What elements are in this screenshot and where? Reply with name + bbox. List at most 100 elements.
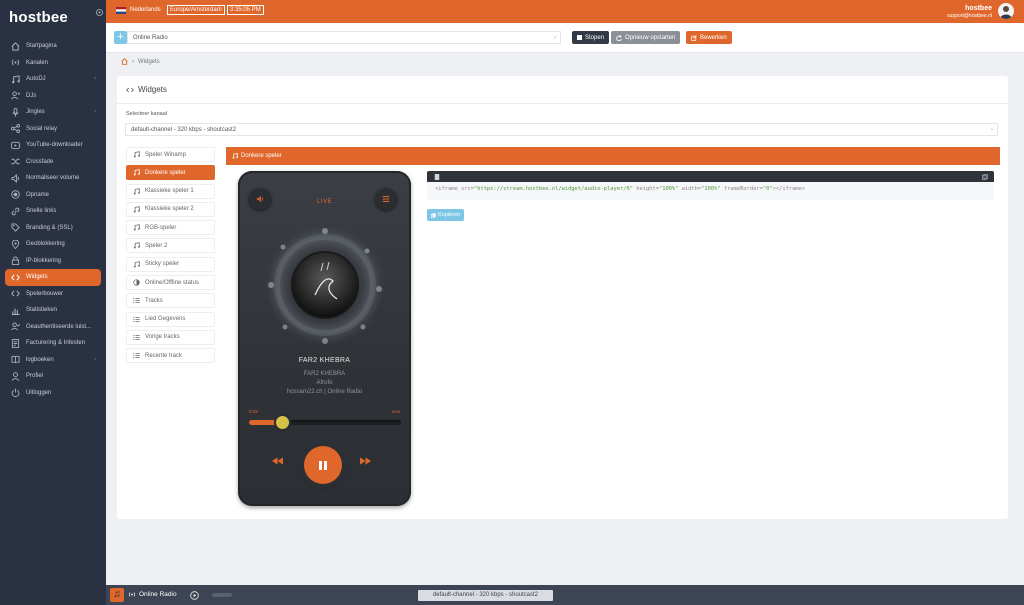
- widget-item-label: Klassieke speler 1: [145, 188, 194, 195]
- widget-item-lied-gegevens[interactable]: Lied Gegevens: [126, 311, 215, 327]
- sidebar-item-crossfade[interactable]: Crossfade: [0, 154, 106, 171]
- bottom-station[interactable]: Online Radio: [128, 591, 177, 598]
- sidebar-item-profiel[interactable]: Profiel: [0, 368, 106, 385]
- rewind-icon: [272, 457, 283, 465]
- breadcrumb-current: Widgets: [138, 58, 160, 65]
- sidebar-item-kanalen[interactable]: Kanalen: [0, 55, 106, 72]
- sidebar-item-statistieken[interactable]: Statistieken: [0, 302, 106, 319]
- elapsed-time: 0:29: [249, 409, 258, 414]
- bottom-play-button[interactable]: [190, 591, 199, 600]
- bottom-channel-label[interactable]: default-channel - 320 kbps - shoutcast2: [418, 590, 553, 601]
- widget-item-speler-winamp[interactable]: Speler Winamp: [126, 147, 215, 162]
- avatar[interactable]: [998, 3, 1014, 19]
- music-icon: [133, 206, 140, 213]
- restart-button[interactable]: Opnieuw opstarten: [611, 31, 681, 44]
- user-name[interactable]: hostbee: [965, 5, 992, 12]
- channel-select-label: Selecteer kanaal: [126, 111, 167, 117]
- stop-button[interactable]: Stopen: [572, 31, 610, 44]
- widget-item-online-offline-status[interactable]: Online/Offline status: [126, 275, 215, 291]
- sidebar-item-label: Crossfade: [26, 158, 54, 165]
- embed-code[interactable]: <iframe src="https://stream.hostbee.nl/w…: [427, 182, 994, 200]
- widget-item-klassieke-speler-2[interactable]: Klassieke speler 2: [126, 201, 215, 217]
- sidebar-item-social-relay[interactable]: Social relay: [0, 121, 106, 138]
- song-album: Afrofo: [316, 380, 333, 386]
- sidebar-item-youtube-downloader[interactable]: YouTube-downloader: [0, 137, 106, 154]
- copy-icon[interactable]: [982, 173, 988, 180]
- play-circle-icon: [190, 591, 199, 600]
- lock-icon: [11, 256, 20, 266]
- progress-knob[interactable]: [276, 416, 290, 429]
- book-icon: [11, 356, 20, 364]
- music-icon: [133, 261, 140, 268]
- widget-item-donkere-speler[interactable]: Donkere speler: [126, 165, 215, 181]
- sidebar-item-geauthentiseerde-luist[interactable]: Geauthentiseerde luist...: [0, 319, 106, 336]
- sidebar-item-normaliseer-volume[interactable]: Normaliseer volume: [0, 170, 106, 187]
- sidebar-item-snelle-links[interactable]: Snelle links: [0, 203, 106, 220]
- widgets-card: Widgets Selecteer kanaal default-channel…: [117, 76, 1008, 519]
- widget-item-sticky-speler[interactable]: Sticky speler: [126, 256, 215, 272]
- sidebar-item-spelerbouwer[interactable]: Spelerbouwer: [0, 286, 106, 303]
- sidebar-item-branding-ssl[interactable]: Branding & (SSL): [0, 220, 106, 237]
- dark-player-preview: LIVE FAR2 KHEBRA FAR2 KHEBRA Afrofo hoss…: [238, 171, 411, 506]
- sidebar-item-facturering-infesten[interactable]: Facturering & Infesten: [0, 335, 106, 352]
- home-icon[interactable]: [121, 58, 128, 65]
- copy-button[interactable]: Kopiëren: [427, 209, 465, 221]
- station-select[interactable]: Online Radio ›: [127, 31, 561, 44]
- sidebar-item-label: Startpagina: [26, 43, 57, 50]
- list-icon: [133, 353, 140, 359]
- next-button[interactable]: [360, 457, 371, 465]
- sidebar-item-djs[interactable]: DJs: [0, 88, 106, 105]
- sidebar-item-geoblokkering[interactable]: Geoblokkering: [0, 236, 106, 253]
- sidebar-item-startpagina[interactable]: Startpagina: [0, 38, 106, 55]
- sidebar-item-logboeken[interactable]: logboeken ›: [0, 352, 106, 369]
- code-block-header: [427, 171, 994, 182]
- broadcast-icon: [129, 592, 135, 597]
- previous-button[interactable]: [272, 457, 283, 465]
- station-bar: + Online Radio › Stopen Opnieuw opstarte…: [106, 23, 1024, 53]
- code-height-value: "100%": [658, 186, 679, 192]
- widget-item-speler-2[interactable]: Speler 2: [126, 238, 215, 254]
- settings-gear-icon[interactable]: [95, 8, 104, 17]
- code-frameborder-value: "0": [762, 186, 773, 192]
- half-circle-icon: [133, 279, 140, 286]
- sidebar-item-label: Opname: [26, 191, 50, 198]
- home-icon: [11, 41, 20, 51]
- sidebar-item-label: Widgets: [26, 274, 48, 281]
- sidebar-item-uitloggen[interactable]: Uitloggen: [0, 385, 106, 402]
- sidebar-item-label: Profiel: [26, 373, 44, 380]
- code-tag-open: <iframe: [435, 186, 461, 192]
- sidebar-item-label: Kanalen: [26, 59, 49, 66]
- song-station: hossam22.ch | Online Radio: [286, 389, 363, 395]
- sidebar-item-ip-blokkering[interactable]: IP-blokkering: [0, 253, 106, 270]
- sidebar-item-autodj[interactable]: AutoDJ ›: [0, 71, 106, 88]
- sidebar-item-jingles[interactable]: Jingles ›: [0, 104, 106, 121]
- list-icon: [133, 316, 140, 322]
- sidebar-item-label: Jingles: [26, 109, 45, 116]
- sidebar-item-label: Snelle links: [26, 208, 57, 215]
- sidebar-item-label: Geoblokkering: [26, 241, 65, 248]
- channel-select[interactable]: default-channel - 320 kbps - shoutcast2 …: [125, 123, 998, 136]
- widget-item-klassieke-speler-1[interactable]: Klassieke speler 1: [126, 183, 215, 199]
- edit-button[interactable]: Bewerken: [686, 31, 732, 44]
- sidebar-item-widgets[interactable]: Widgets: [5, 269, 101, 286]
- widget-item-rgb-speler[interactable]: RGB-speler: [126, 220, 215, 236]
- bottom-volume-slider[interactable]: [212, 593, 232, 597]
- add-station-button[interactable]: +: [114, 31, 127, 44]
- sidebar-item-opname[interactable]: Opname: [0, 187, 106, 204]
- widget-item-tracks[interactable]: Tracks: [126, 293, 215, 309]
- music-icon: [12, 75, 20, 84]
- widget-item-label: Speler Winamp: [145, 151, 187, 158]
- pause-button[interactable]: [304, 446, 342, 484]
- netherlands-flag-icon: [116, 7, 126, 14]
- widget-item-vorige-tracks[interactable]: Vorige tracks: [126, 329, 215, 345]
- country-label: Nederlands: [130, 7, 161, 13]
- music-icon: [133, 169, 140, 176]
- edit-button-label: Bewerken: [700, 34, 727, 41]
- widget-item-recente-track[interactable]: Recente track: [126, 348, 215, 364]
- sidebar-item-label: Social relay: [26, 125, 58, 132]
- power-icon: [11, 388, 20, 398]
- timezone-badge: Europe/Amsterdam: [167, 5, 225, 15]
- progress-track[interactable]: [249, 416, 401, 429]
- page-title-text: Widgets: [138, 85, 167, 94]
- sidebar-item-label: logboeken: [26, 356, 54, 363]
